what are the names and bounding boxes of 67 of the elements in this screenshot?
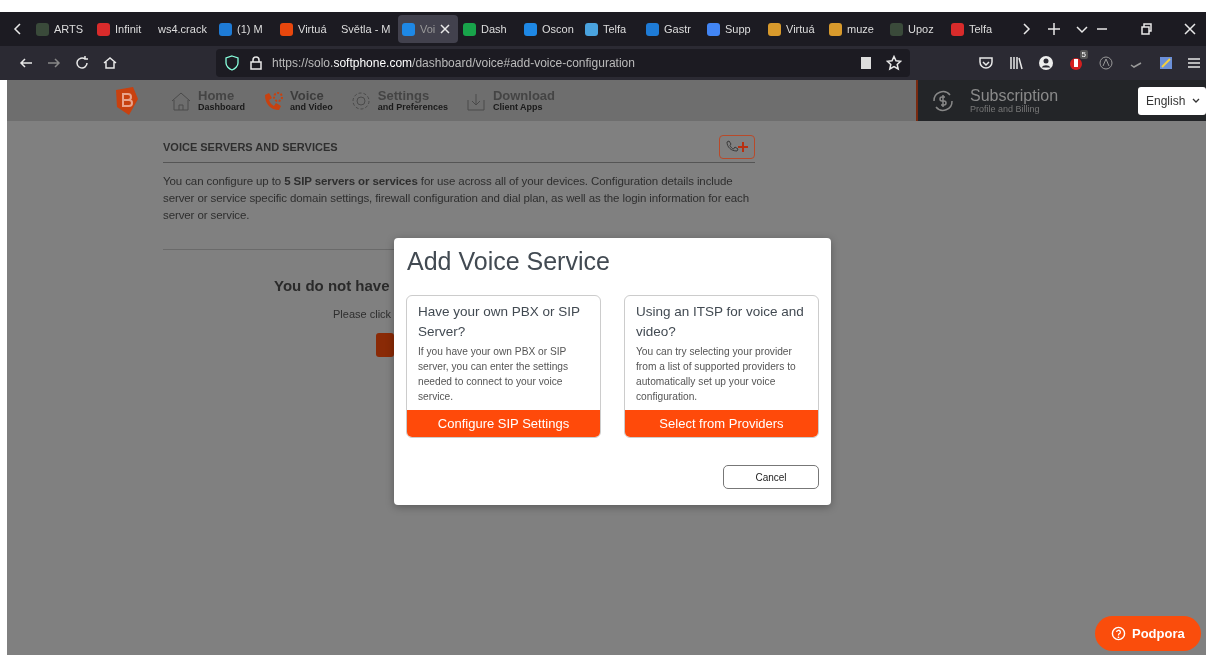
subscription-subtitle: Profile and Billing <box>970 104 1040 114</box>
dialog-title: Add Voice Service <box>407 246 611 276</box>
restore-icon[interactable] <box>1138 21 1154 37</box>
browser-tab[interactable]: Telfa <box>947 15 1007 43</box>
home-icon[interactable] <box>102 55 118 71</box>
browser-tab[interactable]: Voi <box>398 15 458 43</box>
edit-icon[interactable] <box>1158 55 1174 71</box>
browser-tab[interactable]: Gastr <box>642 15 702 43</box>
browser-tab[interactable]: Dash <box>459 15 519 43</box>
favicon-icon <box>280 22 293 36</box>
reload-icon[interactable] <box>74 55 90 71</box>
subscription-title: Subscription <box>970 87 1059 104</box>
favicon-icon <box>768 22 781 36</box>
empty-state-hint: Please click <box>333 308 392 320</box>
address-bar[interactable]: https://solo.softphone.com/dashboard/voice#add-voice-configuration <box>216 49 910 77</box>
favicon-icon <box>524 22 537 36</box>
section-heading: VOICE SERVERS AND SERVICES <box>163 141 338 153</box>
favicon-icon <box>219 22 232 36</box>
browser-tab[interactable]: Supp <box>703 15 763 43</box>
library-icon[interactable] <box>1008 55 1024 71</box>
browser-tab[interactable]: ws4.crack <box>154 15 214 43</box>
browser-tab[interactable]: ARTS <box>32 15 92 43</box>
menu-icon[interactable] <box>1186 55 1202 71</box>
favicon-icon <box>890 22 903 36</box>
card-title: Using an ITSP for voice and video? <box>635 303 805 341</box>
url-text: https://solo.softphone.com/dashboard/voice#add-voice-configuration <box>272 56 635 70</box>
browser-tab[interactable]: muze <box>825 15 885 43</box>
account-icon[interactable] <box>1038 55 1054 71</box>
close-icon[interactable] <box>440 24 451 34</box>
browser-tab[interactable]: Oscon <box>520 15 580 43</box>
card-title: Have your own PBX or SIP Server? <box>417 303 581 341</box>
browser-tab[interactable]: Infinit <box>93 15 153 43</box>
shield-icon <box>224 55 240 71</box>
browser-tab[interactable]: (1) M <box>215 15 275 43</box>
description-text: You can configure up to 5 SIP servers or services for use across all of your devices. Configuration details include server or service specific domain settings, firewall configuration and dial plan, as well as the login information for each server or service. <box>163 174 750 223</box>
cancel-button[interactable]: Cancel <box>723 465 819 489</box>
plus-icon[interactable] <box>1046 21 1062 37</box>
star-icon[interactable] <box>886 55 902 71</box>
lock-icon <box>248 55 264 71</box>
favicon-icon <box>402 22 415 36</box>
chevron-down-icon <box>1192 97 1200 104</box>
browser-tab[interactable]: Světla - M <box>337 15 397 43</box>
favicon-icon <box>951 22 964 36</box>
extension-icon[interactable] <box>1068 55 1084 71</box>
browser-tab[interactable]: Virtuá <box>276 15 336 43</box>
card-text: You can try selecting your provider from a list of supported providers to automatically set up your voice configuration. <box>635 345 797 404</box>
favicon-icon <box>97 22 110 36</box>
card-text: If you have your own PBX or SIP server, you can enter the settings needed to connect to your voice service. <box>417 345 570 404</box>
close-icon[interactable] <box>1182 21 1198 37</box>
favicon-icon <box>36 22 49 36</box>
favicon-icon <box>707 22 720 36</box>
browser-tab[interactable]: Virtuá <box>764 15 824 43</box>
translate-icon[interactable] <box>1098 55 1114 71</box>
favicon-icon <box>585 22 598 36</box>
pocket-icon[interactable] <box>978 55 994 71</box>
browser-tab[interactable]: Telfa <box>581 15 641 43</box>
favicon-icon <box>463 22 476 36</box>
help-icon <box>1111 626 1126 641</box>
logo-icon[interactable] <box>113 85 139 116</box>
favicon-icon <box>646 22 659 36</box>
empty-state-title: You do not have <box>274 277 391 294</box>
phone-plus-icon <box>724 139 750 155</box>
browser-tab[interactable]: Upoz <box>886 15 946 43</box>
language-select[interactable]: English <box>1138 86 1206 115</box>
favicon-icon <box>829 22 842 36</box>
count-badge: 5 <box>1079 50 1088 59</box>
subscription-panel[interactable]: Subscription Profile and Billing English <box>916 80 1206 121</box>
